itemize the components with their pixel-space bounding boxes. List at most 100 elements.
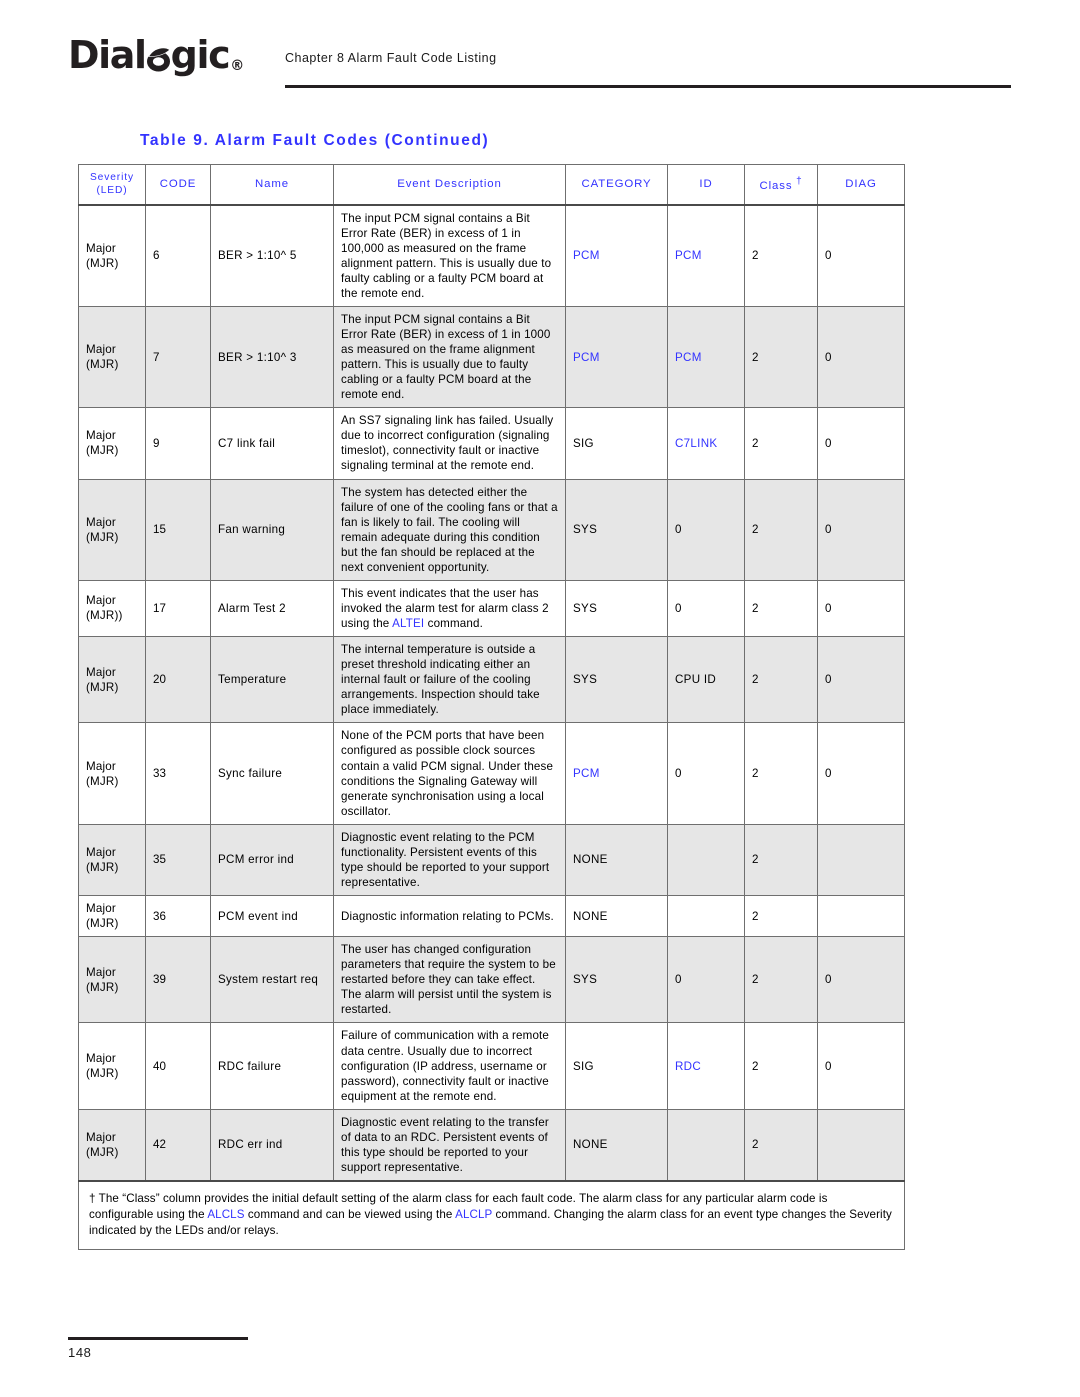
cell-diag: 0: [817, 636, 905, 724]
cell-class: 2: [744, 305, 818, 409]
cell-event-description: The user has changed configuration param…: [333, 936, 566, 1024]
cell-category: NONE: [565, 823, 668, 897]
table-row: Major (MJR) 40 RDC failure Failure of commun…: [78, 1022, 905, 1110]
text-run: command.: [424, 617, 483, 630]
column-header-severity: Severity (LED): [78, 164, 146, 206]
cell-diag: 0: [817, 722, 905, 825]
cell-name: C7 link fail: [210, 407, 334, 480]
cell-class: 2: [744, 636, 818, 724]
cell-severity: Major (MJR): [78, 407, 146, 480]
document-page: Dial gic® Chapter 8 Alarm Fault Code Lis…: [0, 0, 1080, 1397]
registered-trademark-icon: ®: [230, 58, 245, 74]
cell-event-description: This event indicates that the user has i…: [333, 579, 566, 638]
cell-severity: Major (MJR): [78, 1022, 146, 1110]
cell-name: Sync failure: [210, 722, 334, 825]
cell-code: 15: [145, 478, 211, 581]
cell-event-description: Diagnostic event relating to the transfe…: [333, 1108, 566, 1182]
alarm-fault-codes-table: Severity (LED) CODE Name Event Descriptio…: [78, 164, 905, 1250]
cell-category: NONE: [565, 1108, 668, 1182]
cell-diag: 0: [817, 1022, 905, 1110]
cell-category: SYS: [565, 936, 668, 1024]
cell-diag: [817, 1108, 905, 1182]
table-row: Major (MJR)) 17 Alarm Test 2 This event indi…: [78, 579, 905, 638]
cell-class: 2: [744, 722, 818, 825]
cell-code: 6: [145, 204, 211, 307]
table-caption: Table 9. Alarm Fault Codes (Continued): [140, 132, 490, 149]
column-header-diag: DIAG: [817, 164, 905, 206]
column-header-class: Class †: [744, 164, 818, 206]
cell-name: PCM event ind: [210, 894, 334, 938]
cell-category: SYS: [565, 636, 668, 724]
cell-name: RDC err ind: [210, 1108, 334, 1182]
cell-code: 9: [145, 407, 211, 480]
cell-name: BER > 1:10^ 5: [210, 204, 334, 307]
cell-event-description: None of the PCM ports that have been con…: [333, 722, 566, 825]
cell-id: [667, 894, 745, 938]
column-header-event-description: Event Description: [333, 164, 566, 206]
cell-class: 2: [744, 823, 818, 897]
cell-category: PCM: [565, 722, 668, 825]
cell-event-description: The internal temperature is outside a pr…: [333, 636, 566, 724]
column-header-name: Name: [210, 164, 334, 206]
cell-diag: 0: [817, 204, 905, 307]
cell-severity: Major (MJR): [78, 305, 146, 409]
cell-id: CPU ID: [667, 636, 745, 724]
page-number: 148: [68, 1345, 92, 1360]
table-row: Major (MJR) 20 Temperature The internal temp…: [78, 636, 905, 724]
cell-diag: 0: [817, 579, 905, 638]
command-reference: ALTEI: [392, 617, 425, 630]
alarm-fault-codes-table-wrapper: Severity (LED) CODE Name Event Descriptio…: [78, 164, 905, 1250]
column-header-id: ID: [667, 164, 745, 206]
table-row: Major (MJR) 39 System restart req The user h…: [78, 936, 905, 1024]
cell-category: SYS: [565, 579, 668, 638]
table-footnote-section: † The “Class” column provides the initia…: [78, 1179, 905, 1250]
command-reference: ALCLS: [207, 1207, 245, 1221]
cell-severity: Major (MJR): [78, 478, 146, 581]
table-body: Major (MJR) 6 BER > 1:10^ 5 The input PCM si…: [78, 204, 905, 1182]
cell-class: 2: [744, 407, 818, 480]
cell-code: 7: [145, 305, 211, 409]
cell-category: SYS: [565, 478, 668, 581]
table-row: Major (MJR) 7 BER > 1:10^ 3 The input PCM si…: [78, 305, 905, 409]
cell-id: 0: [667, 936, 745, 1024]
cell-event-description: Diagnostic information relating to PCMs.: [333, 894, 566, 938]
logo-text-after: gic: [170, 33, 231, 77]
text-run: command and can be viewed using the: [244, 1207, 456, 1221]
cell-severity: Major (MJR): [78, 894, 146, 938]
dialogic-swoosh-o-icon: [146, 44, 171, 72]
cell-category: PCM: [565, 204, 668, 307]
cell-severity: Major (MJR): [78, 1108, 146, 1182]
cell-severity: Major (MJR): [78, 636, 146, 724]
table-row: Major (MJR) 9 C7 link fail An SS7 signaling …: [78, 407, 905, 480]
footer-rule: [68, 1337, 248, 1340]
cell-name: BER > 1:10^ 3: [210, 305, 334, 409]
table-footnote-row: † The “Class” column provides the initia…: [78, 1179, 905, 1250]
table-footnote-cell: † The “Class” column provides the initia…: [78, 1179, 905, 1250]
table-row: Major (MJR) 33 Sync failure None of the PCM …: [78, 722, 905, 825]
table-row: Major (MJR) 42 RDC err ind Diagnostic event …: [78, 1108, 905, 1182]
cell-name: Temperature: [210, 636, 334, 724]
chapter-title: Chapter 8 Alarm Fault Code Listing: [285, 51, 497, 65]
cell-diag: [817, 894, 905, 938]
cell-severity: Major (MJR)): [78, 579, 146, 638]
cell-severity: Major (MJR): [78, 823, 146, 897]
class-dagger-marker: †: [792, 175, 803, 187]
cell-diag: 0: [817, 305, 905, 409]
table-row: Major (MJR) 6 BER > 1:10^ 5 The input PCM si…: [78, 204, 905, 307]
cell-diag: 0: [817, 478, 905, 581]
cell-code: 35: [145, 823, 211, 897]
cell-diag: [817, 823, 905, 897]
cell-event-description: Diagnostic event relating to the PCM fun…: [333, 823, 566, 897]
cell-code: 33: [145, 722, 211, 825]
table-header-row: Severity (LED) CODE Name Event Descriptio…: [78, 164, 905, 206]
command-reference: ALCLP: [455, 1207, 493, 1221]
cell-id: RDC: [667, 1022, 745, 1110]
cell-id: [667, 823, 745, 897]
cell-class: 2: [744, 1108, 818, 1182]
column-header-category: CATEGORY: [565, 164, 668, 206]
cell-code: 40: [145, 1022, 211, 1110]
cell-code: 42: [145, 1108, 211, 1182]
cell-id: 0: [667, 478, 745, 581]
table-header: Severity (LED) CODE Name Event Descriptio…: [78, 164, 905, 206]
cell-category: SIG: [565, 1022, 668, 1110]
